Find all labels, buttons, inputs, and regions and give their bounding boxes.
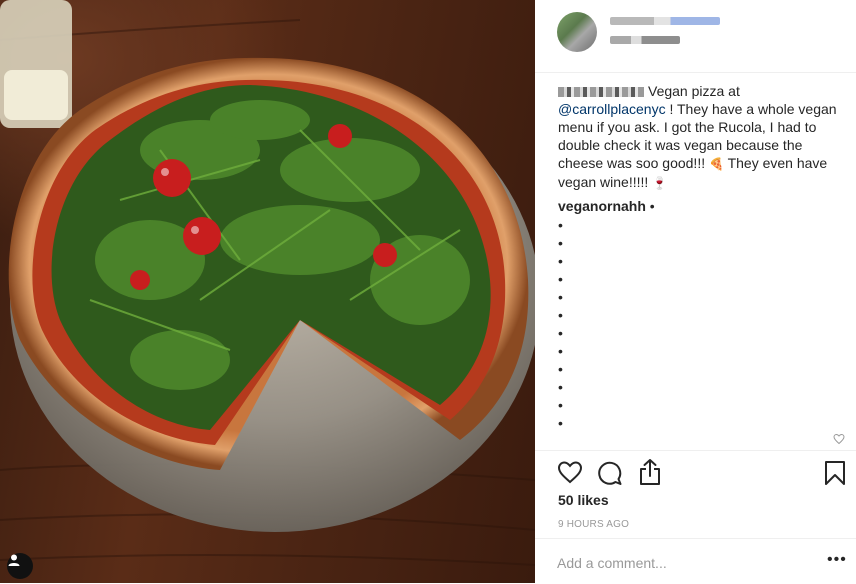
bullet-line: • [558, 343, 563, 359]
comment-like-button[interactable] [833, 432, 845, 450]
small-heart-icon [833, 433, 845, 445]
post-header [535, 0, 856, 73]
blurred-location[interactable] [610, 36, 680, 44]
bullet-line: • [558, 217, 563, 233]
heart-icon [557, 461, 583, 484]
bullet-line: • [558, 235, 563, 251]
comment-username[interactable]: veganornahh [558, 198, 646, 214]
bullet-line: • [558, 361, 563, 377]
user-icon [8, 554, 20, 566]
comment-bullets: • • • • • • • • • • • • [558, 216, 563, 432]
likes-count[interactable]: 50 likes [558, 492, 609, 508]
bookmark-icon [825, 461, 845, 485]
bullet-line: • [558, 289, 563, 305]
bullet-line: • [558, 271, 563, 287]
bullet-line: • [558, 397, 563, 413]
bullet-line: • [558, 415, 563, 431]
save-button[interactable] [824, 460, 846, 491]
actions-divider [535, 450, 856, 451]
comment-button[interactable] [597, 460, 623, 491]
bullet-line: • [558, 307, 563, 323]
comment: veganornahh • [558, 197, 655, 215]
bullet-line: • [558, 379, 563, 395]
post-timestamp[interactable]: 9 HOURS AGO [558, 519, 629, 530]
blurred-username[interactable] [610, 17, 720, 25]
avatar[interactable] [557, 12, 597, 52]
wine-emoji: 🍷 [652, 176, 668, 190]
pizza-image [0, 0, 535, 566]
share-button[interactable] [638, 458, 662, 491]
post-photo[interactable] [0, 0, 535, 583]
more-options-button[interactable]: ••• [827, 551, 847, 569]
post-side-panel: Vegan pizza at @carrollplacenyc ! They h… [535, 0, 856, 583]
bullet-line: • [558, 325, 563, 341]
bullet-line: • [558, 253, 563, 269]
pizza-emoji: 🍕 [709, 157, 724, 171]
comment-separator: • [645, 198, 655, 214]
post-caption: Vegan pizza at @carrollplacenyc ! They h… [558, 82, 843, 192]
like-button[interactable] [557, 460, 583, 489]
share-icon [640, 459, 660, 485]
caption-mention-link[interactable]: @carrollplacenyc [558, 101, 666, 117]
caption-text: Vegan pizza at [648, 83, 740, 99]
comment-bubble-icon [598, 461, 622, 485]
user-tag-button[interactable] [7, 553, 33, 579]
blurred-caption-username[interactable] [558, 87, 644, 97]
add-comment-input[interactable] [557, 553, 807, 573]
add-comment-bar: ••• [535, 538, 856, 584]
